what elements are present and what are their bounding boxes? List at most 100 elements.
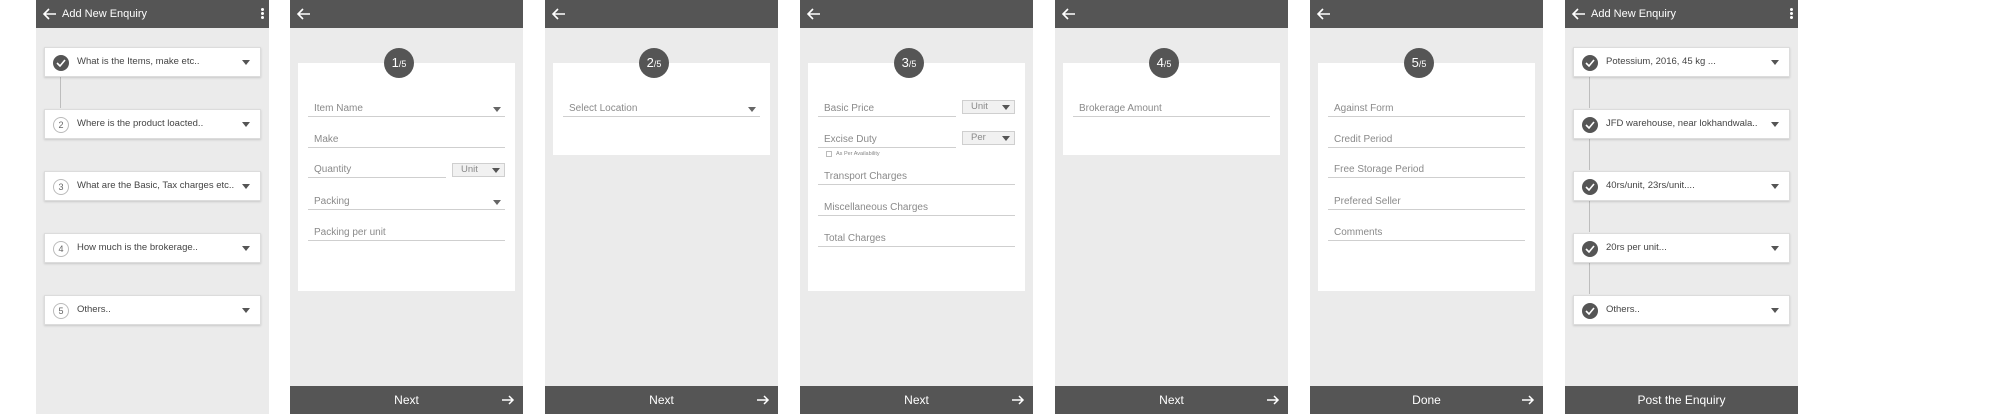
summary-label: Others.. xyxy=(1606,304,1640,315)
step-item-3[interactable]: 3 What are the Basic, Tax charges etc.. xyxy=(44,171,261,201)
summary-item-2[interactable]: JFD warehouse, near lokhandwala.. xyxy=(1573,109,1790,139)
against-form-input[interactable]: Against Form xyxy=(1328,101,1525,117)
summary-label: JFD warehouse, near lokhandwala.. xyxy=(1606,118,1758,129)
back-arrow-icon[interactable] xyxy=(42,6,58,22)
summary-item-3[interactable]: 40rs/unit, 23rs/unit.... xyxy=(1573,171,1790,201)
credit-period-input[interactable]: Credit Period xyxy=(1328,132,1525,148)
app-bar: Add New Enquiry xyxy=(1565,0,1798,28)
location-select[interactable]: Select Location xyxy=(563,101,760,117)
step-total: /5 xyxy=(1418,59,1427,69)
back-arrow-icon[interactable] xyxy=(1061,6,1077,22)
item-name-select[interactable]: Item Name xyxy=(308,101,505,117)
total-charges-input[interactable]: Total Charges xyxy=(818,231,1015,247)
form-card: Select Location xyxy=(553,63,770,155)
back-arrow-icon[interactable] xyxy=(1571,6,1587,22)
chevron-down-icon xyxy=(1771,122,1779,127)
packing-per-unit-input[interactable]: Packing per unit xyxy=(308,225,505,241)
basic-price-input[interactable]: Basic Price xyxy=(818,101,956,117)
basic-price-unit-select[interactable]: Unit xyxy=(962,100,1015,114)
step-badge: 4/5 xyxy=(1149,48,1179,78)
next-button[interactable]: Next xyxy=(545,386,778,414)
screen-step-5-others: 5/5 Against Form Credit Period Free Stor… xyxy=(1310,0,1543,414)
screen-add-enquiry-steps: Add New Enquiry What is the Items, make … xyxy=(36,0,269,414)
back-arrow-icon[interactable] xyxy=(296,6,312,22)
next-button-label: Next xyxy=(649,393,674,407)
step-total: /5 xyxy=(398,59,407,69)
step-number: 5 xyxy=(53,303,69,319)
back-arrow-icon[interactable] xyxy=(1316,6,1332,22)
brokerage-amount-input[interactable]: Brokerage Amount xyxy=(1073,101,1270,117)
more-vert-icon[interactable] xyxy=(259,7,265,21)
check-icon xyxy=(1582,179,1598,195)
make-input[interactable]: Make xyxy=(308,132,505,148)
summary-item-5[interactable]: Others.. xyxy=(1573,295,1790,325)
back-arrow-icon[interactable] xyxy=(551,6,567,22)
step-connector xyxy=(1589,200,1590,232)
quantity-unit-select[interactable]: Unit xyxy=(452,163,505,177)
step-label: What is the Items, make etc.. xyxy=(77,56,200,67)
screen-step-3-charges: 3/5 Basic Price Unit Excise Duty Per As … xyxy=(800,0,1033,414)
chevron-down-icon xyxy=(242,122,250,127)
prefered-seller-input[interactable]: Prefered Seller xyxy=(1328,194,1525,210)
quantity-input[interactable]: Quantity xyxy=(308,162,446,178)
step-label: Others.. xyxy=(77,304,111,315)
chevron-down-icon xyxy=(748,107,756,112)
step-item-5[interactable]: 5 Others.. xyxy=(44,295,261,325)
chevron-down-icon xyxy=(242,246,250,251)
next-button[interactable]: Next xyxy=(800,386,1033,414)
forward-arrow-icon xyxy=(502,395,515,405)
transport-charges-input[interactable]: Transport Charges xyxy=(818,169,1015,185)
step-item-2[interactable]: 2 Where is the product loacted.. xyxy=(44,109,261,139)
excise-duty-label: Excise Duty xyxy=(824,134,877,145)
packing-select[interactable]: Packing xyxy=(308,194,505,210)
brokerage-amount-label: Brokerage Amount xyxy=(1079,103,1162,114)
step-total: /5 xyxy=(908,59,917,69)
summary-item-1[interactable]: Potessium, 2016, 45 kg ... xyxy=(1573,47,1790,77)
step-current: 5 xyxy=(1411,55,1419,70)
excise-duty-input[interactable]: Excise Duty xyxy=(818,132,956,148)
next-button[interactable]: Next xyxy=(290,386,523,414)
check-icon xyxy=(1582,117,1598,133)
free-storage-period-input[interactable]: Free Storage Period xyxy=(1328,162,1525,178)
chevron-down-icon xyxy=(242,184,250,189)
chevron-down-icon xyxy=(242,308,250,313)
step-item-1[interactable]: What is the Items, make etc.. xyxy=(44,47,261,77)
misc-charges-input[interactable]: Miscellaneous Charges xyxy=(818,200,1015,216)
chevron-down-icon xyxy=(492,168,500,173)
step-current: 4 xyxy=(1156,55,1164,70)
basic-price-label: Basic Price xyxy=(824,103,875,114)
comments-input[interactable]: Comments xyxy=(1328,225,1525,241)
step-number: 4 xyxy=(53,241,69,257)
next-button[interactable]: Next xyxy=(1055,386,1288,414)
step-badge: 2/5 xyxy=(639,48,669,78)
chevron-down-icon xyxy=(493,107,501,112)
make-label: Make xyxy=(314,134,339,145)
unit-label: Unit xyxy=(971,101,988,112)
form-card: Item Name Make Quantity Unit Packing Pac… xyxy=(298,63,515,291)
step-label: Where is the product loacted.. xyxy=(77,118,204,129)
more-vert-icon[interactable] xyxy=(1788,7,1794,21)
misc-charges-label: Miscellaneous Charges xyxy=(824,202,928,213)
step-badge: 5/5 xyxy=(1404,48,1434,78)
page-title: Add New Enquiry xyxy=(62,8,147,20)
step-total: /5 xyxy=(1163,59,1172,69)
app-bar xyxy=(800,0,1033,28)
post-enquiry-button[interactable]: Post the Enquiry xyxy=(1565,386,1798,414)
next-button-label: Next xyxy=(1159,393,1184,407)
step-label: What are the Basic, Tax charges etc.. xyxy=(77,180,235,191)
done-button[interactable]: Done xyxy=(1310,386,1543,414)
step-item-4[interactable]: 4 How much is the brokerage.. xyxy=(44,233,261,263)
against-form-label: Against Form xyxy=(1334,103,1394,114)
app-bar xyxy=(1310,0,1543,28)
done-button-label: Done xyxy=(1412,393,1441,407)
summary-item-4[interactable]: 20rs per unit... xyxy=(1573,233,1790,263)
chevron-down-icon xyxy=(1771,184,1779,189)
chevron-down-icon xyxy=(1771,308,1779,313)
back-arrow-icon[interactable] xyxy=(806,6,822,22)
availability-checkbox[interactable] xyxy=(826,151,832,157)
comments-label: Comments xyxy=(1334,227,1383,238)
transport-charges-label: Transport Charges xyxy=(824,171,907,182)
next-button-label: Next xyxy=(904,393,929,407)
excise-duty-unit-select[interactable]: Per xyxy=(962,131,1015,145)
step-connector xyxy=(1589,138,1590,170)
